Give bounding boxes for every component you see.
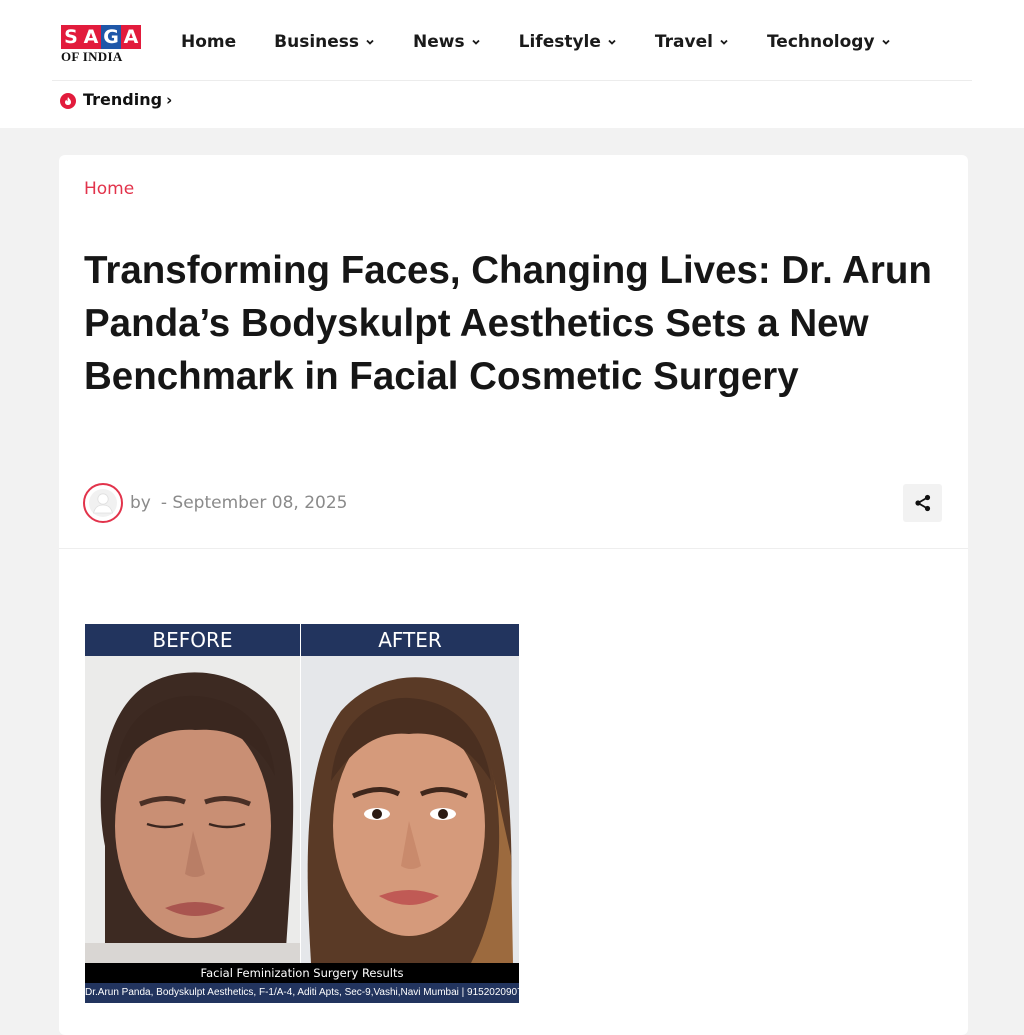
nav-lifestyle[interactable]: Lifestyle (519, 32, 617, 52)
trending-arrow: › (166, 90, 173, 109)
nav-home[interactable]: Home (181, 32, 236, 52)
trending-bar: Trending › (60, 90, 172, 109)
after-label: AFTER (301, 624, 519, 656)
before-photo (85, 656, 300, 963)
trending-label[interactable]: Trending (83, 90, 162, 109)
fire-icon (60, 93, 76, 109)
meta-divider (59, 548, 968, 549)
nav-travel[interactable]: Travel (655, 32, 729, 52)
nav-label: Lifestyle (518, 32, 601, 52)
after-photo (301, 656, 519, 963)
chevron-down-icon (720, 39, 728, 45)
nav-news[interactable]: News (413, 32, 481, 52)
logo-letter: A (121, 25, 141, 49)
figure-credit: Dr.Arun Panda, Bodyskulpt Aesthetics, F-… (85, 983, 519, 1003)
logo-letter: S (61, 25, 81, 49)
logo-letter: A (81, 25, 101, 49)
logo-letter: G (101, 25, 121, 49)
chevron-down-icon (366, 39, 374, 45)
author-avatar[interactable] (83, 483, 123, 523)
header-divider (52, 80, 972, 81)
nav-business[interactable]: Business (274, 32, 375, 52)
logo-wordmark: S A G A (61, 25, 141, 49)
nav-label: Business (274, 32, 360, 52)
article-card: Home Transforming Faces, Changing Lives:… (59, 155, 968, 1035)
main-nav: Home Business News Lifestyle Travel Tech… (181, 30, 929, 54)
author-by: by (130, 493, 151, 513)
before-after-image[interactable]: BEFORE AFTER Facial Feminization Surgery… (85, 624, 519, 1003)
chevron-down-icon (608, 39, 616, 45)
nav-label: Home (181, 32, 237, 52)
nav-label: Travel (654, 32, 713, 52)
logo-subtext: OF INDIA (61, 49, 123, 64)
nav-label: Technology (766, 32, 875, 52)
article-title: Transforming Faces, Changing Lives: Dr. … (84, 249, 932, 398)
share-icon (914, 494, 930, 512)
publish-date: - September 08, 2025 (160, 493, 348, 513)
site-logo[interactable]: S A G A OF INDIA (61, 25, 141, 67)
breadcrumb-home[interactable]: Home (84, 179, 134, 199)
figure-caption: Facial Feminization Surgery Results (85, 963, 519, 983)
chevron-down-icon (472, 39, 480, 45)
before-label: BEFORE (85, 624, 300, 656)
article-meta: by - September 08, 2025 (83, 483, 347, 523)
chevron-down-icon (881, 39, 890, 45)
site-header: S A G A OF INDIA Home Business News Life… (0, 0, 1024, 128)
nav-label: News (413, 32, 465, 52)
user-icon (89, 489, 117, 517)
share-button[interactable] (903, 484, 942, 522)
nav-technology[interactable]: Technology (767, 32, 891, 52)
trending-ticker[interactable] (182, 110, 964, 120)
